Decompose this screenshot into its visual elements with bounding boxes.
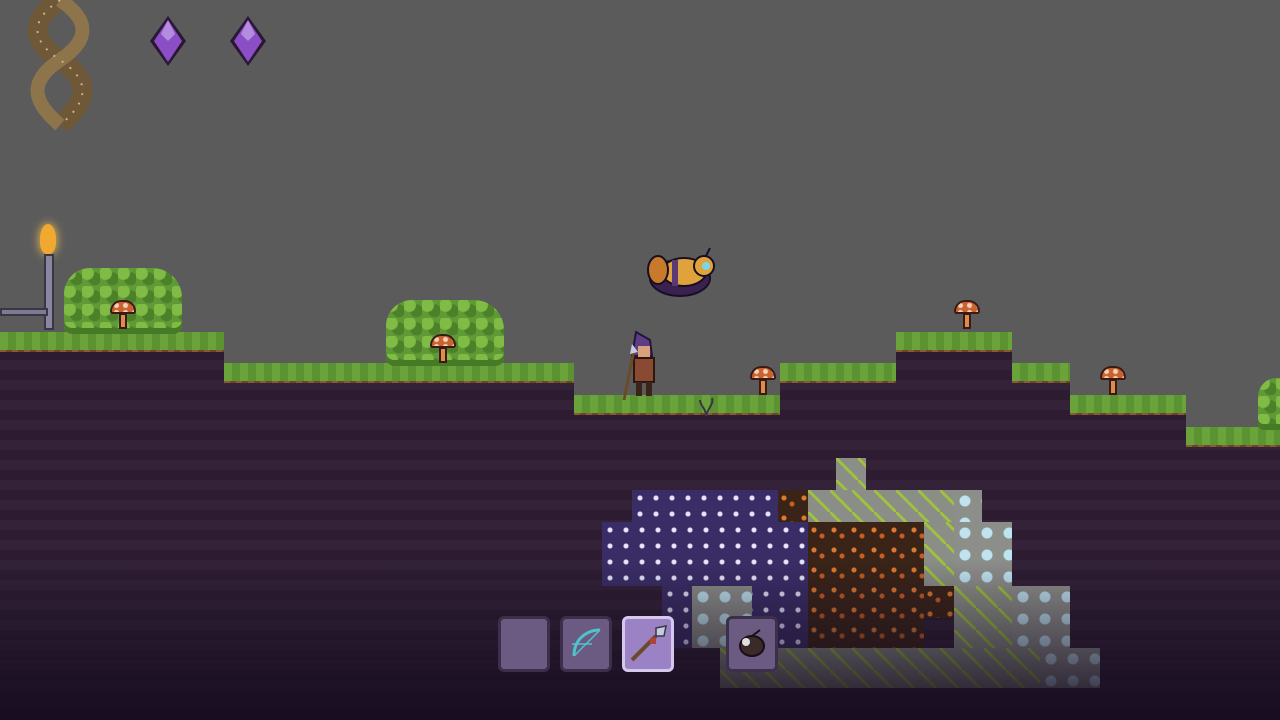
mossy-stone-ore: [924, 522, 954, 586]
copper-ore: [808, 522, 924, 648]
terrain-column: [0, 332, 224, 720]
twisted-rope-emblem-icon: [27, 0, 93, 130]
copper-ore: [924, 586, 954, 618]
terrain-column: [1186, 427, 1280, 720]
amethyst-gem-icon: [150, 16, 186, 66]
mossy-stone-ore: [808, 490, 954, 522]
mossy-stone-ore: [954, 586, 1012, 650]
crystal-ore: [1040, 648, 1100, 688]
game-scene: [0, 0, 1280, 720]
flying-beetle-enemy[interactable]: [644, 246, 720, 306]
hotbar-slot-spear[interactable]: [622, 616, 674, 672]
mushroom[interactable]: [110, 300, 136, 330]
mushroom[interactable]: [954, 300, 980, 330]
player-character: [622, 330, 655, 400]
sprout: [699, 397, 714, 417]
amethyst-ore: [632, 490, 778, 522]
crystal-ore: [954, 522, 1012, 586]
spear-icon: [630, 625, 667, 662]
bow-icon: [572, 628, 601, 657]
crystal-ore: [1012, 586, 1070, 650]
amethyst-ore: [602, 522, 808, 586]
mossy-stone-ore: [836, 458, 866, 492]
crystal-ore: [954, 490, 982, 522]
hotbar-slot-empty[interactable]: [498, 616, 550, 672]
mushroom[interactable]: [750, 366, 776, 396]
hotbar-slot-bow[interactable]: [560, 616, 612, 672]
mushroom[interactable]: [430, 334, 456, 364]
amethyst-gem-icon: [230, 16, 266, 66]
bush: [1258, 378, 1280, 430]
hotbar-slot-beetle[interactable]: [726, 616, 778, 672]
mushroom[interactable]: [1100, 366, 1126, 396]
beetle-item-icon: [739, 629, 765, 657]
copper-ore: [778, 490, 808, 522]
lamp-post: [0, 222, 70, 332]
